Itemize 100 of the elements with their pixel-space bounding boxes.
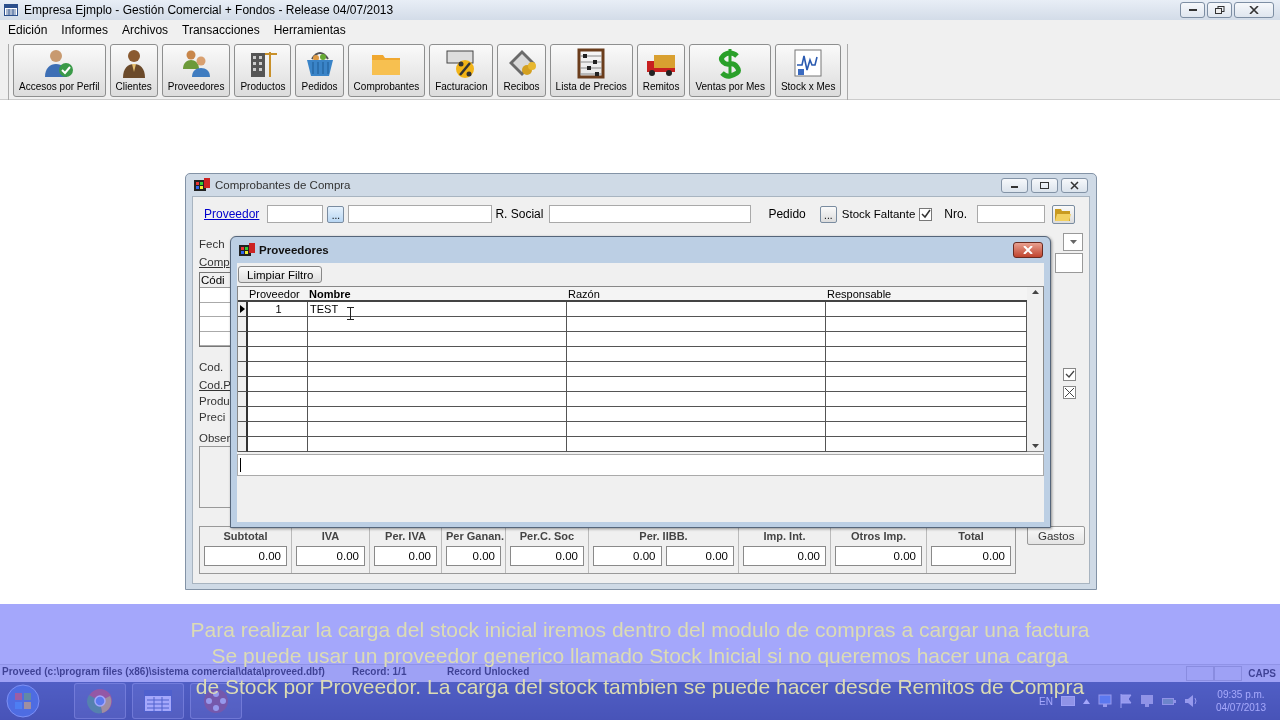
status-panel: [1214, 666, 1243, 681]
column-header: IVA: [320, 529, 341, 544]
toolbar-button[interactable]: Accesos por Perfil: [13, 44, 106, 97]
scroll-down-icon[interactable]: [1031, 444, 1039, 448]
field-label: Nro.: [944, 207, 967, 221]
amount-field[interactable]: 0.00: [665, 546, 734, 566]
start-button[interactable]: [6, 684, 40, 718]
toolbar-button[interactable]: Lista de Precios: [549, 44, 633, 97]
row-header[interactable]: [238, 377, 248, 392]
toolbar-button[interactable]: Facturacion: [429, 44, 494, 97]
minimize-button[interactable]: [1001, 177, 1028, 193]
table-icon: [144, 690, 172, 712]
column-header[interactable]: Nombre: [308, 287, 567, 302]
pedido-button[interactable]: ...: [819, 205, 837, 223]
checkmark-icon[interactable]: [1063, 368, 1076, 381]
row-header[interactable]: [238, 317, 248, 332]
restore-button[interactable]: [1207, 2, 1232, 18]
amount-field[interactable]: 0.00: [743, 546, 826, 566]
row-header[interactable]: [238, 422, 248, 437]
toolbar-button[interactable]: Pedidos: [295, 44, 344, 97]
browser-icon: [87, 688, 113, 714]
row-header[interactable]: [238, 407, 248, 422]
row-header[interactable]: [238, 362, 248, 377]
amount-field[interactable]: 0.00: [446, 546, 501, 566]
amount-field[interactable]: 0.00: [931, 546, 1011, 566]
row-header[interactable]: [238, 392, 248, 407]
row-header[interactable]: [238, 437, 248, 452]
clear-filter-button[interactable]: Limpiar Filtro: [238, 266, 323, 283]
toolbar-button[interactable]: Proveedores: [161, 44, 231, 97]
flag-icon[interactable]: [1119, 694, 1132, 708]
dialog-title: Proveedores: [259, 244, 329, 256]
field-label: Obser: [199, 432, 231, 444]
close-button[interactable]: [1013, 242, 1043, 258]
toolbar-button[interactable]: Recibos: [497, 44, 546, 97]
menu-item[interactable]: Transacciones: [175, 23, 267, 37]
maximize-icon: [1039, 180, 1050, 190]
toolbar-button[interactable]: Stock x Mes: [774, 44, 842, 97]
column-header: Subtotal: [222, 529, 269, 544]
column-header[interactable]: Razón: [567, 287, 826, 302]
menu-item[interactable]: Informes: [54, 23, 116, 37]
column-header: Total: [957, 529, 985, 544]
close-icon: [1069, 180, 1080, 190]
toolbar-button[interactable]: Productos: [234, 44, 292, 97]
gastos-button[interactable]: Gastos: [1027, 526, 1086, 545]
row-indicator-icon: [239, 305, 245, 313]
keyboard-icon[interactable]: [1060, 696, 1075, 706]
checkbox-label: Stock Faltante: [841, 208, 916, 220]
toolbar-button[interactable]: Clientes: [109, 44, 158, 97]
r-social-field[interactable]: [549, 205, 752, 223]
scroll-up-icon[interactable]: [1031, 290, 1039, 294]
observations-field[interactable]: [199, 446, 233, 508]
amount-field[interactable]: 0.00: [835, 546, 922, 566]
field-link[interactable]: Cod.P: [199, 379, 231, 391]
status-panel: [1186, 666, 1215, 681]
minimize-button[interactable]: [1180, 2, 1205, 18]
film-icon: [239, 243, 255, 257]
table-cell: [248, 347, 308, 362]
chevron-up-icon[interactable]: [1082, 698, 1090, 704]
dropdown-arrow-icon: [1069, 240, 1077, 244]
stock-faltante-checkbox[interactable]: [919, 207, 933, 221]
amount-field[interactable]: 0.00: [204, 546, 287, 566]
close-button[interactable]: [1061, 177, 1088, 193]
column-header: Otros Imp.: [850, 529, 907, 544]
search-field[interactable]: [237, 454, 1044, 476]
toolbar-button[interactable]: Comprobantes: [347, 44, 426, 97]
chart-icon: [792, 47, 825, 79]
browse-button[interactable]: ...: [327, 205, 345, 223]
menu-item[interactable]: Herramientas: [266, 23, 353, 37]
column-header: Per. IIBB.: [638, 529, 689, 544]
menu-item[interactable]: Archivos: [115, 23, 176, 37]
dropdown-field[interactable]: [1063, 233, 1083, 251]
input-field[interactable]: [1055, 253, 1083, 273]
toolbar-button[interactable]: Ventas por Mes: [689, 44, 771, 97]
close-button[interactable]: [1234, 2, 1274, 18]
scrollbar[interactable]: [1027, 287, 1043, 451]
subtitle-line: Para realizar la carga del stock inicial iremos dentro del modulo de compras a cargar una factura: [190, 619, 1090, 639]
proveedor-link[interactable]: Proveedor: [204, 207, 260, 221]
cancel-icon[interactable]: [1063, 386, 1076, 399]
amount-field[interactable]: 0.00: [510, 546, 584, 566]
row-header[interactable]: [238, 332, 248, 347]
column-header: Per.C. Soc: [518, 529, 576, 544]
caps-indicator: CAPS: [1247, 668, 1277, 679]
amount-field[interactable]: 0.00: [296, 546, 365, 566]
table-cell: [248, 422, 308, 437]
row-header[interactable]: [238, 347, 248, 362]
amount-field[interactable]: 0.00: [374, 546, 437, 566]
toolbar-button[interactable]: Remitos: [636, 44, 686, 97]
column-header[interactable]: Proveedor: [248, 287, 308, 302]
maximize-button[interactable]: [1031, 177, 1058, 193]
nro-field[interactable]: [976, 205, 1045, 223]
proveedor-name-field[interactable]: [348, 205, 493, 223]
table-cell: [248, 377, 308, 392]
amount-field[interactable]: 0.00: [593, 546, 662, 566]
column-header[interactable]: Responsable: [826, 287, 1027, 302]
field-label: Pedido: [768, 207, 806, 221]
menu-item[interactable]: Edición: [1, 23, 55, 37]
open-folder-button[interactable]: [1051, 204, 1075, 224]
proveedor-code-field[interactable]: [267, 205, 324, 223]
film-icon: [194, 178, 210, 192]
field-link[interactable]: Comp: [199, 256, 230, 268]
